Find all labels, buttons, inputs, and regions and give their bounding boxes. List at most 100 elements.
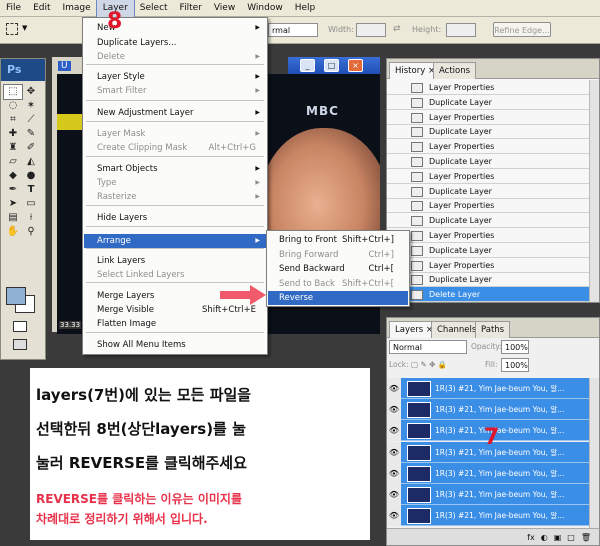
visibility-eye-icon[interactable]: 👁 (387, 441, 401, 463)
hand-tool-icon[interactable]: ✋ (4, 225, 22, 239)
menu-item-smart-filter[interactable]: Smart Filter ▶ (84, 84, 266, 98)
visibility-eye-icon[interactable]: 👁 (387, 484, 401, 505)
lasso-tool-icon[interactable]: ◌ (4, 99, 22, 113)
history-brush-icon[interactable]: ✐ (22, 141, 40, 155)
menu-help[interactable]: Help (289, 0, 322, 17)
submenu-item-reverse[interactable]: Reverse (268, 291, 408, 305)
slice-tool-icon[interactable]: ⟋ (22, 113, 40, 127)
eraser-tool-icon[interactable]: ▱ (4, 155, 22, 169)
lock-icons[interactable]: ▢ ✎ ✥ 🔒 (411, 360, 447, 369)
history-item[interactable]: Duplicate Layer (387, 154, 589, 169)
minimize-icon[interactable]: _ (300, 59, 315, 72)
menu-item-show-all-menu-items[interactable]: Show All Menu Items (84, 338, 266, 352)
layer-row[interactable]: 👁 1R(3) #21, Yim Jae-beum You, 알... (387, 378, 589, 399)
group-icon[interactable]: ▣ (554, 533, 562, 542)
healing-brush-icon[interactable]: ✚ (4, 127, 22, 141)
type-tool-icon[interactable]: T (22, 183, 40, 197)
visibility-eye-icon[interactable]: 👁 (387, 378, 401, 399)
menu-item-delete[interactable]: Delete ▶ (84, 50, 266, 64)
visibility-eye-icon[interactable]: 👁 (387, 420, 401, 442)
layer-row[interactable]: 👁 1R(3) #21, Yim Jae-beum You, 알... (387, 399, 589, 421)
menu-item-select-linked-layers[interactable]: Select Linked Layers (84, 268, 266, 282)
fx-icon[interactable]: fx (527, 533, 535, 542)
paint-bucket-icon[interactable]: ◭ (22, 155, 40, 169)
brush-tool-icon[interactable]: ✎ (22, 127, 40, 141)
menu-image[interactable]: Image (57, 0, 97, 17)
history-item[interactable]: Duplicate Layer (387, 184, 589, 199)
move-tool-icon[interactable]: ✥ (22, 85, 40, 99)
width-field[interactable] (356, 23, 386, 37)
menu-item-rasterize[interactable]: Rasterize ▶ (84, 190, 266, 204)
menu-file[interactable]: File (0, 0, 27, 17)
close-icon[interactable]: × (348, 59, 363, 72)
marquee-preset-icon[interactable] (6, 23, 18, 35)
menu-item-layer-style[interactable]: Layer Style ▶ (84, 70, 266, 84)
menu-edit[interactable]: Edit (27, 0, 56, 17)
height-field[interactable] (446, 23, 476, 37)
blend-mode-select[interactable]: Normal (389, 340, 467, 354)
adjustment-icon[interactable]: ◐ (541, 533, 548, 542)
menu-filter[interactable]: Filter (174, 0, 208, 17)
layer-row[interactable]: 👁 1R(3) #21, Yim Jae-beum You, 알... (387, 484, 589, 505)
foreground-color-swatch[interactable] (6, 287, 26, 305)
history-item[interactable]: Layer Properties (387, 139, 589, 155)
menu-view[interactable]: View (208, 0, 241, 17)
refine-edge-button[interactable]: Refine Edge... (493, 22, 551, 37)
zoom-tool-icon[interactable]: ⚲ (22, 225, 40, 239)
history-scrollbar[interactable] (589, 80, 599, 302)
notes-tool-icon[interactable]: ▤ (4, 211, 22, 225)
marquee-tool-icon[interactable]: ⬚ (3, 84, 23, 100)
tab-actions[interactable]: Actions (433, 62, 477, 79)
history-item[interactable]: Layer Properties (387, 169, 589, 184)
clone-stamp-icon[interactable]: ♜ (4, 141, 22, 155)
chevron-down-icon[interactable]: ▼ (22, 24, 27, 32)
layers-scrollbar[interactable] (589, 378, 599, 528)
submenu-item-send-to-back[interactable]: Send to Back Shift+Ctrl+[ (268, 277, 408, 291)
pen-tool-icon[interactable]: ✒ (4, 183, 22, 197)
submenu-item-send-backward[interactable]: Send Backward Ctrl+[ (268, 262, 408, 276)
history-item[interactable]: Duplicate Layer (387, 95, 589, 110)
maximize-icon[interactable]: □ (324, 59, 339, 72)
fill-field[interactable]: 100% (501, 358, 529, 372)
trash-icon[interactable]: 🗑 (581, 533, 591, 542)
magic-wand-icon[interactable]: ✶ (22, 99, 40, 113)
menu-select[interactable]: Select (134, 0, 174, 17)
tab-paths[interactable]: Paths (475, 321, 511, 338)
menu-item-arrange[interactable]: Arrange ▶ (84, 234, 266, 248)
menu-item-merge-visible[interactable]: Merge Visible Shift+Ctrl+E (84, 303, 266, 317)
new-layer-icon[interactable]: □ (567, 533, 575, 542)
menu-item-flatten-image[interactable]: Flatten Image (84, 317, 266, 331)
visibility-eye-icon[interactable]: 👁 (387, 462, 401, 484)
eyedropper-icon[interactable]: ⟊ (22, 211, 40, 225)
history-item[interactable]: Duplicate Layer (387, 243, 589, 258)
history-item[interactable]: Layer Properties (387, 110, 589, 125)
swap-icon[interactable]: ⇄ (393, 24, 401, 34)
opacity-field[interactable]: 100% (501, 340, 529, 354)
menu-item-duplicate-layers[interactable]: Duplicate Layers... (84, 36, 266, 50)
menu-item-layer-mask[interactable]: Layer Mask ▶ (84, 127, 266, 141)
screen-mode-icon[interactable] (13, 339, 27, 350)
submenu-item-bring-forward[interactable]: Bring Forward Ctrl+] (268, 248, 408, 262)
menu-item-new-adjustment-layer[interactable]: New Adjustment Layer ▶ (84, 106, 266, 120)
history-item[interactable]: Layer Properties (387, 80, 589, 95)
history-item[interactable]: Duplicate Layer (387, 124, 589, 140)
dodge-tool-icon[interactable]: ● (22, 169, 40, 183)
history-item[interactable]: Layer Properties (387, 228, 589, 243)
crop-tool-icon[interactable]: ⌗ (4, 113, 22, 127)
visibility-eye-icon[interactable]: 👁 (387, 399, 401, 421)
style-select[interactable]: rmal (268, 23, 318, 37)
layer-row[interactable]: 👁 1R(3) #21, Yim Jae-beum You, 알... (387, 462, 589, 484)
history-item[interactable]: Layer Properties (387, 198, 589, 214)
document-tab[interactable]: U (58, 61, 71, 71)
menu-window[interactable]: Window (241, 0, 289, 17)
history-item[interactable]: Delete Layer (387, 287, 589, 303)
submenu-item-bring-to-front[interactable]: Bring to Front Shift+Ctrl+] (268, 233, 408, 247)
path-selection-icon[interactable]: ➤ (4, 197, 22, 211)
menu-item-hide-layers[interactable]: Hide Layers (84, 211, 266, 225)
quick-mask-icon[interactable] (13, 321, 27, 332)
shape-tool-icon[interactable]: ▭ (22, 197, 40, 211)
history-item[interactable]: Layer Properties (387, 258, 589, 273)
menu-item-create-clipping-mask[interactable]: Create Clipping Mask Alt+Ctrl+G (84, 141, 266, 155)
menu-item-link-layers[interactable]: Link Layers (84, 254, 266, 268)
visibility-eye-icon[interactable]: 👁 (387, 505, 401, 527)
